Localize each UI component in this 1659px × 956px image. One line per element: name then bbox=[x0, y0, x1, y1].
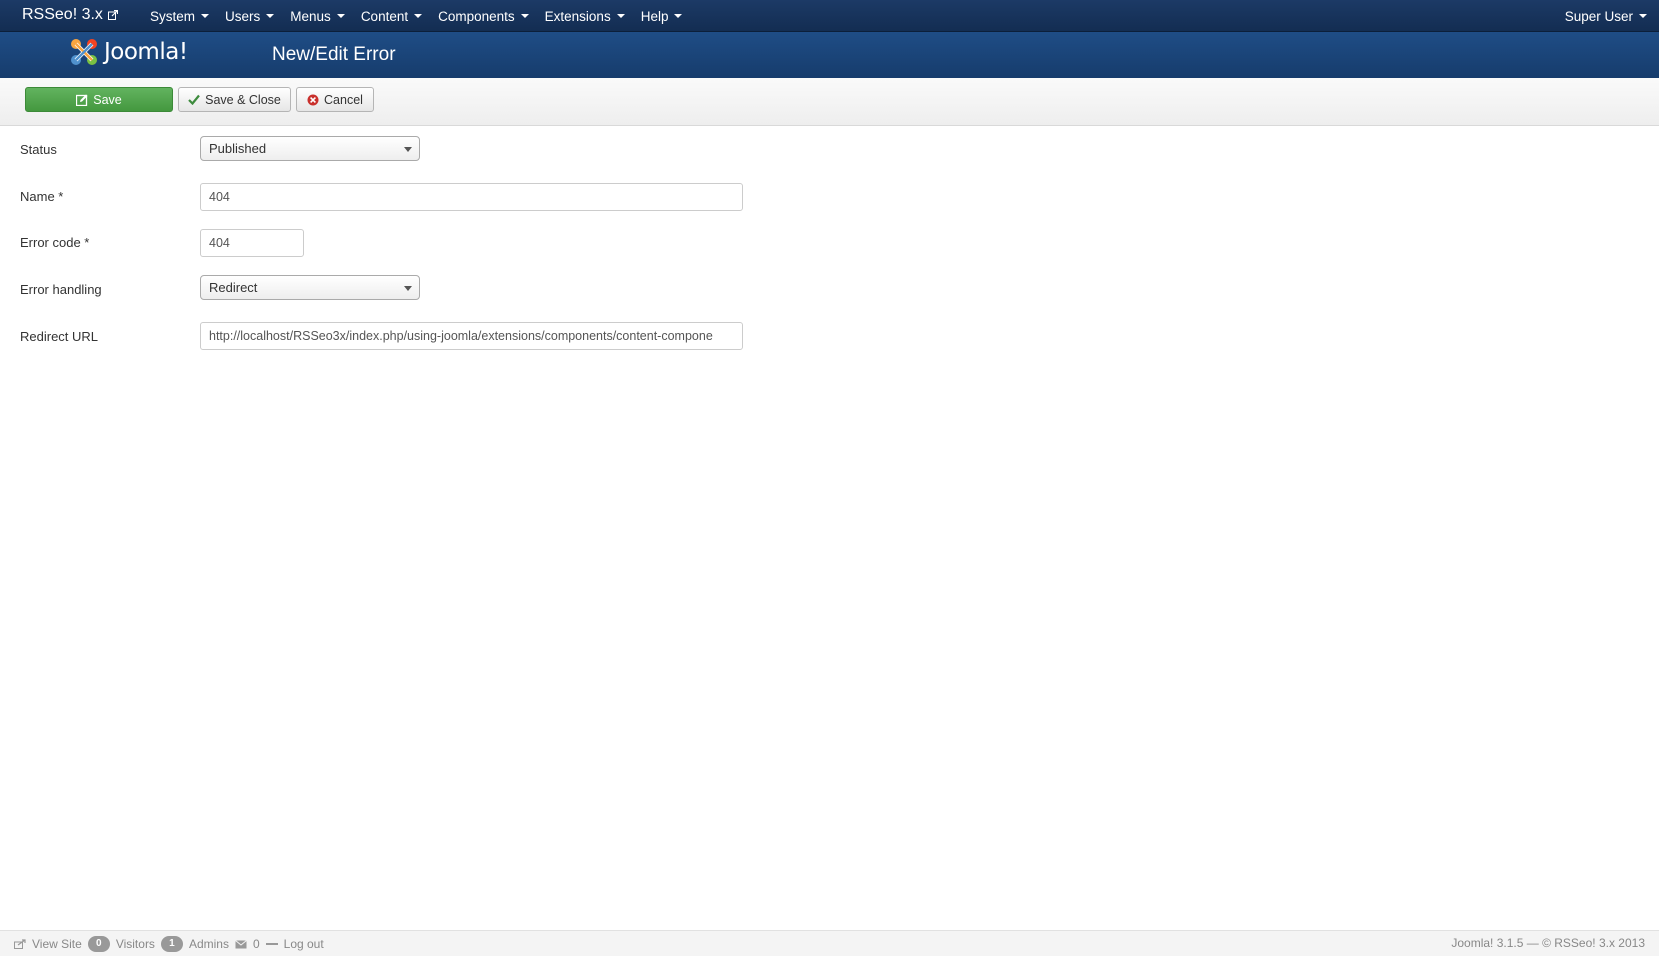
menu-extensions[interactable]: Extensions bbox=[537, 0, 633, 32]
page-title: New/Edit Error bbox=[272, 44, 396, 65]
checkmark-icon bbox=[188, 94, 200, 105]
error-handling-value: Redirect bbox=[209, 280, 258, 295]
menu-label: System bbox=[150, 8, 196, 24]
menu-label: Components bbox=[438, 8, 515, 24]
main-menu: System Users Menus Content Components Ex… bbox=[142, 0, 690, 32]
edit-icon bbox=[76, 94, 88, 106]
admins-label: Admins bbox=[188, 937, 229, 951]
caret-down-icon bbox=[201, 14, 210, 18]
menu-label: Help bbox=[640, 8, 669, 24]
visitors-label: Visitors bbox=[115, 937, 155, 951]
user-name: Super User bbox=[1564, 8, 1633, 24]
minus-icon bbox=[265, 943, 278, 945]
envelope-icon bbox=[235, 939, 247, 948]
caret-down-icon bbox=[1639, 14, 1647, 18]
caret-down-icon bbox=[414, 14, 423, 18]
version-text: Joomla! 3.1.5 — © RSSeo! 3.x 2013 bbox=[1451, 936, 1645, 950]
status-left: View Site 0 Visitors 1 Admins 0 Log out bbox=[14, 936, 324, 952]
name-label: Name * bbox=[20, 189, 64, 204]
joomla-logo-icon bbox=[71, 39, 97, 65]
menu-help[interactable]: Help bbox=[633, 0, 691, 32]
redirect-url-label: Redirect URL bbox=[20, 329, 99, 344]
save-button[interactable]: Save bbox=[25, 87, 173, 112]
error-code-input[interactable]: 404 bbox=[200, 229, 304, 257]
status-label: Status bbox=[20, 142, 57, 157]
error-handling-select[interactable]: Redirect bbox=[200, 275, 420, 300]
caret-down-icon bbox=[336, 14, 345, 18]
status-select[interactable]: Published bbox=[200, 136, 420, 161]
menu-users[interactable]: Users bbox=[217, 0, 282, 32]
menu-label: Content bbox=[360, 8, 409, 24]
logout-link[interactable]: Log out bbox=[284, 937, 324, 951]
save-close-label: Save & Close bbox=[205, 92, 281, 107]
caret-down-icon bbox=[674, 14, 683, 18]
name-input[interactable]: 404 bbox=[200, 183, 743, 211]
menu-label: Extensions bbox=[544, 8, 611, 24]
cancel-circle-icon bbox=[307, 94, 319, 105]
menu-label: Menus bbox=[290, 8, 331, 24]
error-code-label: Error code * bbox=[20, 235, 90, 250]
dropdown-arrow-icon bbox=[404, 286, 412, 291]
save-label: Save bbox=[93, 92, 122, 107]
page-header: Joomla! New/Edit Error bbox=[0, 32, 1659, 78]
cancel-label: Cancel bbox=[324, 92, 363, 107]
status-bar: View Site 0 Visitors 1 Admins 0 Log out … bbox=[0, 930, 1659, 956]
caret-down-icon bbox=[520, 14, 529, 18]
caret-down-icon bbox=[266, 14, 275, 18]
cancel-button[interactable]: Cancel bbox=[296, 87, 374, 112]
top-navbar: RSSeo! 3.x System Users Menus Content Co… bbox=[0, 0, 1659, 32]
status-value: Published bbox=[209, 141, 267, 156]
external-link-icon bbox=[107, 10, 118, 20]
error-handling-label: Error handling bbox=[20, 282, 102, 297]
share-icon bbox=[14, 939, 26, 949]
menu-menus[interactable]: Menus bbox=[282, 0, 353, 32]
menu-content[interactable]: Content bbox=[353, 0, 430, 32]
joomla-logo: Joomla! bbox=[68, 36, 188, 68]
caret-down-icon bbox=[616, 14, 625, 18]
redirect-url-input[interactable]: http://localhost/RSSeo3x/index.php/using… bbox=[200, 322, 743, 350]
dropdown-arrow-icon bbox=[404, 147, 412, 152]
user-menu[interactable]: Super User bbox=[1565, 0, 1647, 32]
menu-components[interactable]: Components bbox=[430, 0, 537, 32]
save-close-button[interactable]: Save & Close bbox=[178, 87, 291, 112]
brand-link[interactable]: RSSeo! 3.x bbox=[22, 6, 118, 24]
admins-count-badge: 1 bbox=[160, 936, 183, 952]
menu-label: Users bbox=[225, 8, 261, 24]
visitors-count-badge: 0 bbox=[87, 936, 110, 952]
brand-label: RSSeo! 3.x bbox=[22, 6, 103, 23]
view-site-link[interactable]: View Site bbox=[32, 937, 82, 951]
logo-text: Joomla! bbox=[104, 39, 188, 65]
toolbar: Save Save & Close Cancel bbox=[0, 78, 1659, 126]
menu-system[interactable]: System bbox=[142, 0, 217, 32]
messages-count: 0 bbox=[252, 937, 260, 951]
